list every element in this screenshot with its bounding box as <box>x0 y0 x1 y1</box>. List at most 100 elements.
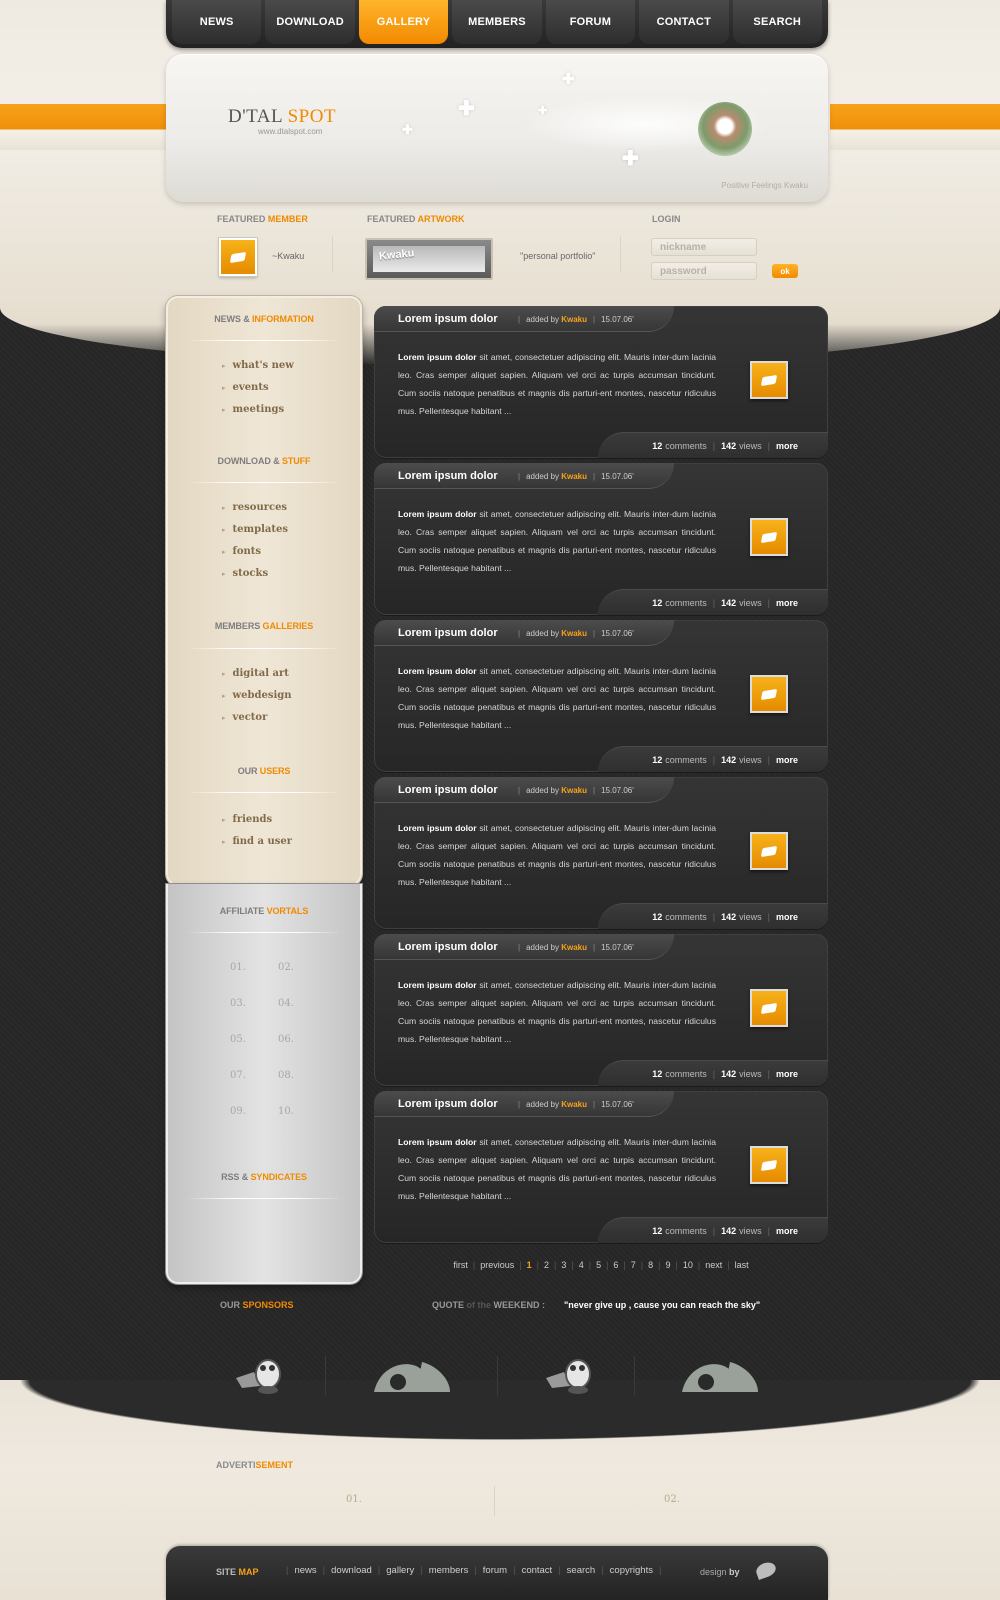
password-input[interactable] <box>651 262 757 280</box>
post-author-link[interactable]: Kwaku <box>561 1100 587 1109</box>
featured-member-avatar[interactable] <box>219 238 257 276</box>
post-title[interactable]: Lorem ipsum dolor <box>398 313 498 325</box>
post-author-link[interactable]: Kwaku <box>561 629 587 638</box>
pager-page-link[interactable]: 6 <box>613 1260 618 1270</box>
affiliate-vortal-link[interactable]: 10. <box>278 1106 294 1117</box>
pager-page-link[interactable]: 7 <box>631 1260 636 1270</box>
site-logo[interactable]: D'TAL SPOT <box>228 106 336 128</box>
sidebar-link-digital-art[interactable]: ▸ digital art <box>222 668 289 679</box>
sidebar-link-resources[interactable]: ▸ resources <box>222 502 287 513</box>
footer-link-search[interactable]: search <box>567 1565 596 1576</box>
nav-item-contact[interactable]: CONTACT <box>639 0 729 44</box>
sidebar-link-fonts[interactable]: ▸ fonts <box>222 546 261 557</box>
post-author-link[interactable]: Kwaku <box>561 786 587 795</box>
sidebar-link-friends[interactable]: ▸ friends <box>222 814 272 825</box>
penguin-logo-icon[interactable] <box>232 1356 312 1396</box>
sidebar-link-vector[interactable]: ▸ vector <box>222 712 267 723</box>
pager-page-link[interactable]: 5 <box>596 1260 601 1270</box>
affiliate-vortal-link[interactable]: 07. <box>230 1070 246 1081</box>
post-author-link[interactable]: Kwaku <box>561 943 587 952</box>
sidebar-link-webdesign[interactable]: ▸ webdesign <box>222 690 292 701</box>
post-thumbnail[interactable] <box>750 832 788 870</box>
plus-decoration-icon: ✚ <box>622 148 639 170</box>
pager-page-link[interactable]: 8 <box>648 1260 653 1270</box>
nav-item-news[interactable]: NEWS <box>172 0 262 44</box>
comments-link[interactable]: comments <box>665 598 707 608</box>
post-thumbnail[interactable] <box>750 361 788 399</box>
pager-separator: | <box>519 1260 522 1270</box>
sidebar-link-stocks[interactable]: ▸ stocks <box>222 568 268 579</box>
login-ok-button[interactable]: ok <box>772 264 798 278</box>
more-link[interactable]: more <box>776 441 798 451</box>
post-body: Lorem ipsum dolor sit amet, consectetuer… <box>398 1133 716 1205</box>
affiliate-vortal-link[interactable]: 01. <box>230 962 246 973</box>
pager-page-link[interactable]: 3 <box>561 1260 566 1270</box>
penguin-logo-icon[interactable] <box>542 1356 622 1396</box>
sidebar-link-meetings[interactable]: ▸ meetings <box>222 404 284 415</box>
pager-page-link[interactable]: 9 <box>666 1260 671 1270</box>
post-title[interactable]: Lorem ipsum dolor <box>398 627 498 639</box>
affiliate-vortal-link[interactable]: 03. <box>230 998 246 1009</box>
post-title[interactable]: Lorem ipsum dolor <box>398 784 498 796</box>
sidebar-link-whats-new[interactable]: ▸ what's new <box>222 360 294 371</box>
post-thumbnail[interactable] <box>750 1146 788 1184</box>
pager-first-link[interactable]: first <box>453 1260 468 1270</box>
footer-link-news[interactable]: news <box>294 1565 316 1576</box>
footer-link-members[interactable]: members <box>429 1565 469 1576</box>
affiliate-vortal-link[interactable]: 04. <box>278 998 294 1009</box>
featured-artwork-thumbnail[interactable]: Kwaku <box>365 238 493 280</box>
post-title[interactable]: Lorem ipsum dolor <box>398 941 498 953</box>
comments-link[interactable]: comments <box>665 1226 707 1236</box>
affiliate-vortal-link[interactable]: 08. <box>278 1070 294 1081</box>
footer-link-gallery[interactable]: gallery <box>386 1565 414 1576</box>
nav-item-search[interactable]: SEARCH <box>732 0 822 44</box>
sidebar-link-events[interactable]: ▸ events <box>222 382 269 393</box>
affiliate-vortal-link[interactable]: 09. <box>230 1106 246 1117</box>
post-thumbnail[interactable] <box>750 989 788 1027</box>
comments-link[interactable]: comments <box>665 1069 707 1079</box>
pager-next-link[interactable]: next <box>705 1260 722 1270</box>
nav-item-members[interactable]: MEMBERS <box>452 0 542 44</box>
pager-page-link[interactable]: 10 <box>683 1260 693 1270</box>
pager-page-link[interactable]: 1 <box>527 1260 532 1270</box>
added-by-label: added by <box>526 315 559 324</box>
footer-link-download[interactable]: download <box>331 1565 372 1576</box>
ad-slot-1[interactable]: 01. <box>346 1494 362 1505</box>
comments-link[interactable]: comments <box>665 755 707 765</box>
footer-link-contact[interactable]: contact <box>522 1565 553 1576</box>
comments-link[interactable]: comments <box>665 441 707 451</box>
post-title[interactable]: Lorem ipsum dolor <box>398 470 498 482</box>
post-author-link[interactable]: Kwaku <box>561 472 587 481</box>
pager-page-link[interactable]: 4 <box>579 1260 584 1270</box>
footer-link-copyrights[interactable]: copyrights <box>610 1565 653 1576</box>
pager-last-link[interactable]: last <box>735 1260 749 1270</box>
post-title[interactable]: Lorem ipsum dolor <box>398 1098 498 1110</box>
affiliate-vortal-link[interactable]: 02. <box>278 962 294 973</box>
featured-member-name[interactable]: ~Kwaku <box>272 251 304 261</box>
more-link[interactable]: more <box>776 912 798 922</box>
more-link[interactable]: more <box>776 755 798 765</box>
more-link[interactable]: more <box>776 1069 798 1079</box>
affiliate-vortal-link[interactable]: 05. <box>230 1034 246 1045</box>
nav-item-download[interactable]: DOWNLOAD <box>265 0 355 44</box>
nav-item-forum[interactable]: FORUM <box>545 0 636 44</box>
sidebar-link-find-a-user[interactable]: ▸ find a user <box>222 836 292 847</box>
ad-slot-2[interactable]: 02. <box>664 1494 680 1505</box>
deviantart-logo-icon[interactable] <box>372 1356 452 1396</box>
deviantart-logo-icon[interactable] <box>680 1356 760 1396</box>
post-author-link[interactable]: Kwaku <box>561 315 587 324</box>
affiliate-vortal-link[interactable]: 06. <box>278 1034 294 1045</box>
divider <box>494 1486 495 1516</box>
post-thumbnail[interactable] <box>750 518 788 556</box>
more-link[interactable]: more <box>776 1226 798 1236</box>
nav-item-gallery[interactable]: GALLERY <box>358 0 449 44</box>
post-thumbnail[interactable] <box>750 675 788 713</box>
nickname-input[interactable] <box>651 238 757 256</box>
footer-link-forum[interactable]: forum <box>483 1565 507 1576</box>
sidebar-link-templates[interactable]: ▸ templates <box>222 524 288 535</box>
pager-previous-link[interactable]: previous <box>480 1260 514 1270</box>
pager-page-link[interactable]: 2 <box>544 1260 549 1270</box>
leaf-icon <box>760 845 778 857</box>
comments-link[interactable]: comments <box>665 912 707 922</box>
more-link[interactable]: more <box>776 598 798 608</box>
